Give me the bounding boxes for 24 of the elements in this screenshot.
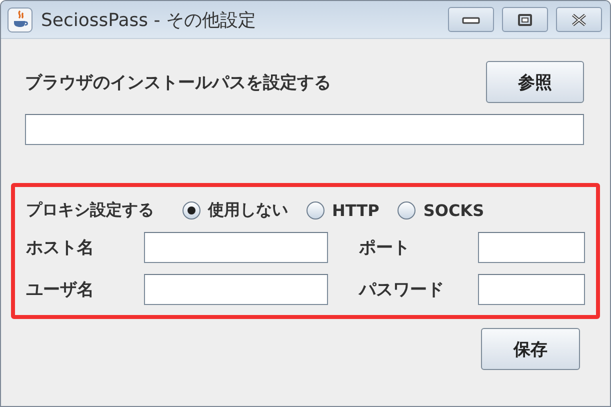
radio-option[interactable]: SOCKS [397,200,484,220]
window-title: SeciossPass - その他設定 [41,8,257,32]
minimize-button[interactable] [448,7,494,32]
radio-option[interactable]: 使用しない [182,200,288,220]
input-field[interactable] [25,114,584,145]
save-button[interactable]: 保存 [481,328,580,370]
proxy-label: プロキシ設定する [26,200,154,220]
field-label: ユーザ名 [26,279,95,301]
minimize-icon [461,14,481,24]
input-field[interactable] [144,274,328,305]
close-icon [570,12,588,26]
close-button[interactable] [556,7,602,32]
browse-button[interactable]: 参照 [486,61,584,103]
input-field[interactable] [478,232,585,263]
field-label: パスワード [357,279,445,301]
input-field[interactable] [144,232,328,263]
maximize-button[interactable] [502,7,548,32]
field-label: ホスト名 [26,237,95,259]
field-label: ポート [358,237,411,259]
maximize-icon [517,12,533,26]
java-cup-icon [7,6,33,32]
input-field[interactable] [478,274,585,305]
browser-path-label: ブラウザのインストールパスを設定する [25,72,331,94]
radio-option[interactable]: HTTP [306,200,380,220]
